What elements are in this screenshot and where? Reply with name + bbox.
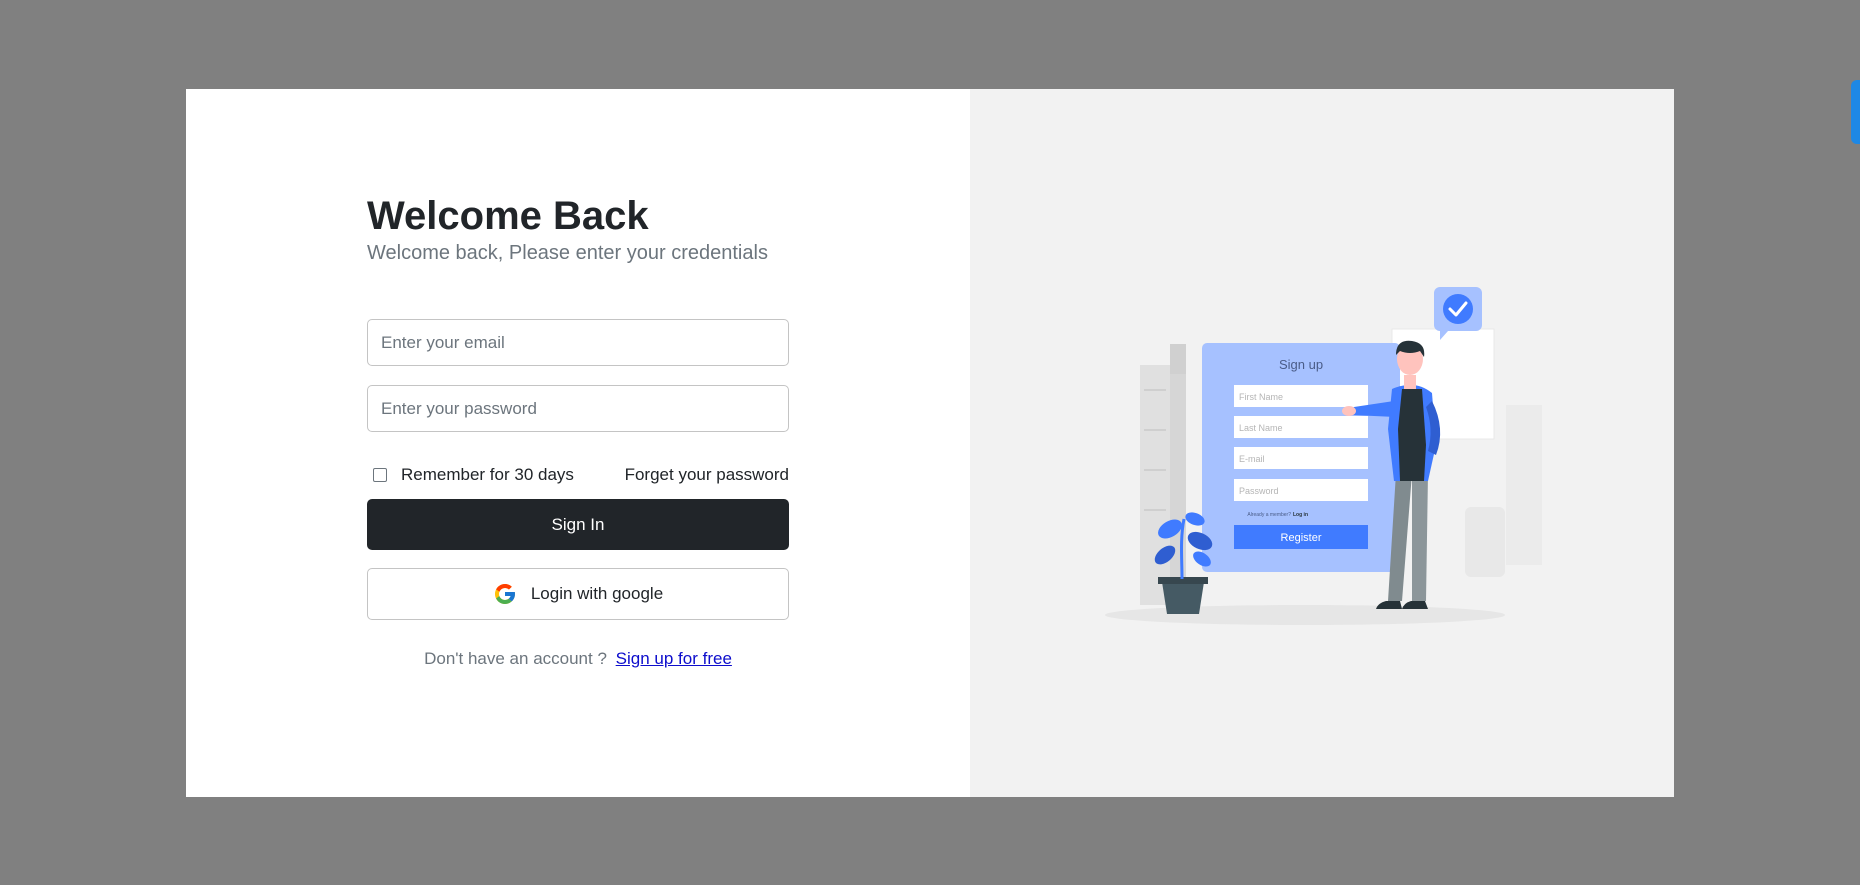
- background-shelf: [1506, 405, 1542, 565]
- google-login-button[interactable]: Login with google: [367, 568, 789, 620]
- field-label: Password: [1239, 486, 1279, 496]
- signup-prompt: Don't have an account ? Sign up for free: [367, 649, 789, 669]
- already-member-text: Already a member?: [1247, 512, 1291, 518]
- bookshelf: [1140, 365, 1170, 605]
- options-row: Remember for 30 days Forget your passwor…: [367, 465, 789, 485]
- login-panel: Welcome Back Welcome back, Please enter …: [186, 89, 970, 797]
- field-label: First Name: [1239, 392, 1283, 402]
- side-drawer-tab[interactable]: [1851, 80, 1860, 144]
- bookshelf-side: [1170, 372, 1186, 592]
- page-title: Welcome Back: [367, 194, 649, 238]
- field-label: E-mail: [1239, 454, 1265, 464]
- password-input[interactable]: [367, 385, 789, 432]
- field-label: Last Name: [1239, 423, 1283, 433]
- remember-checkbox[interactable]: [373, 468, 387, 482]
- sign-in-button[interactable]: Sign In: [367, 499, 789, 550]
- remember-label: Remember for 30 days: [401, 465, 574, 484]
- email-input[interactable]: [367, 319, 789, 366]
- page-subtitle: Welcome back, Please enter your credenti…: [367, 242, 768, 264]
- google-g-icon: [494, 584, 515, 604]
- forget-password-link[interactable]: Forget your password: [625, 465, 789, 485]
- login-modal: Welcome Back Welcome back, Please enter …: [186, 89, 1674, 797]
- illustration-panel: Sign up First Name Last Name E-mail Pass…: [970, 89, 1674, 797]
- login-form: Welcome Back Welcome back, Please enter …: [367, 192, 789, 669]
- background-chair: [1465, 507, 1505, 577]
- shelf-line: [1144, 389, 1166, 391]
- no-account-text: Don't have an account ?: [424, 649, 607, 668]
- shelf-line: [1144, 429, 1166, 431]
- google-login-label: Login with google: [530, 584, 664, 603]
- signup-link[interactable]: Sign up for free: [616, 649, 732, 668]
- vase: [1170, 344, 1186, 374]
- remember-option[interactable]: Remember for 30 days: [367, 465, 574, 485]
- register-label: Register: [1281, 532, 1322, 544]
- shelf-line: [1144, 509, 1166, 511]
- login-small-text: Log in: [1293, 512, 1308, 518]
- shelf-line: [1144, 469, 1166, 471]
- floor-shadow: [1105, 605, 1505, 625]
- signup-card-title: Sign up: [1279, 357, 1323, 372]
- signup-illustration: Sign up First Name Last Name E-mail Pass…: [1105, 287, 1542, 625]
